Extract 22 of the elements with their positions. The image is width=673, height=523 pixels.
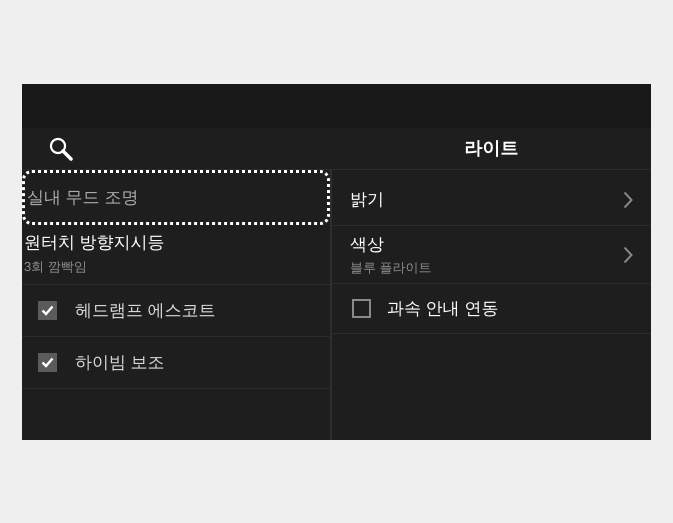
menu-item[interactable]: 색상 블루 플라이트 [332, 226, 651, 284]
option-label: 하이빔 보조 [75, 352, 165, 374]
menu-item[interactable]: 실내 무드 조명 [22, 170, 330, 225]
item-label: 색상 [350, 234, 385, 256]
checkbox[interactable] [38, 353, 57, 372]
chevron-icon [623, 190, 633, 208]
menu-item[interactable]: 밝기 [332, 174, 651, 226]
option-label: 과속 안내 연동 [387, 298, 498, 320]
checkmark-icon [41, 357, 54, 368]
checkbox[interactable] [38, 301, 57, 320]
menu-item[interactable]: 원터치 방향지시등 3회 깜빡임 [22, 225, 330, 285]
item-sublabel: 블루 플라이트 [350, 258, 432, 276]
search-icon[interactable] [48, 136, 74, 162]
screen-title: 라이트 [464, 137, 518, 160]
option-label: 헤드램프 에스코트 [75, 300, 216, 322]
item-label: 밝기 [350, 188, 384, 211]
item-label: 원터치 방향지시등 [24, 232, 166, 254]
checkbox[interactable] [352, 299, 371, 318]
item-sublabel: 3회 깜빡임 [24, 258, 88, 276]
chevron-icon [623, 246, 633, 264]
checkmark-icon [41, 305, 54, 316]
item-label: 실내 무드 조명 [27, 186, 140, 208]
